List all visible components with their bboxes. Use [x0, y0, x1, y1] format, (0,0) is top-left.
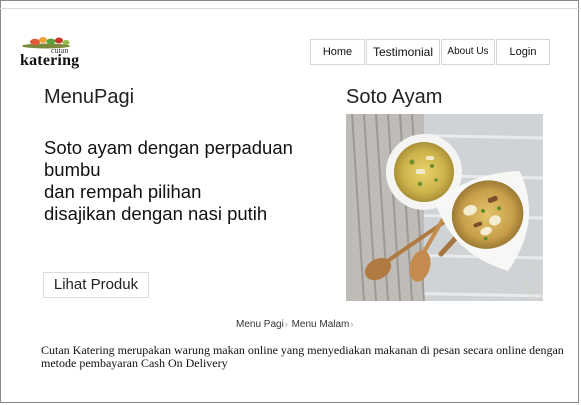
- hero-headline: Soto ayam dengan perpaduan bumbu dan rem…: [44, 137, 294, 225]
- tab-menu-malam[interactable]: Menu Malam: [292, 319, 350, 330]
- footer-description: Cutan Katering merupakan warung makan on…: [41, 343, 564, 370]
- nav-about-us[interactable]: About Us: [441, 39, 495, 65]
- brand-name: katering: [20, 52, 80, 69]
- top-divider: [0, 8, 581, 9]
- brand-logo[interactable]: cutan katering: [16, 34, 106, 70]
- tab-separator: ›: [350, 319, 354, 329]
- view-product-button[interactable]: Lihat Produk: [43, 272, 149, 298]
- soto-ayam-photo: [346, 114, 543, 301]
- nav-login[interactable]: Login: [496, 39, 550, 65]
- tab-menu-pagi[interactable]: Menu Pagi: [236, 319, 284, 330]
- headline-text: Soto ayam dengan perpaduan bumbu dan rem…: [44, 137, 293, 224]
- nav-home[interactable]: Home: [310, 39, 365, 65]
- menu-title: MenuPagi: [44, 86, 135, 108]
- menu-tabs: Menu Pagi› Menu Malam›: [236, 319, 354, 330]
- nav-testimonial[interactable]: Testimonial: [366, 39, 440, 65]
- dish-title: Soto Ayam: [346, 86, 443, 108]
- tab-separator: ›: [284, 319, 288, 329]
- main-nav: Home Testimonial About Us Login: [310, 39, 551, 65]
